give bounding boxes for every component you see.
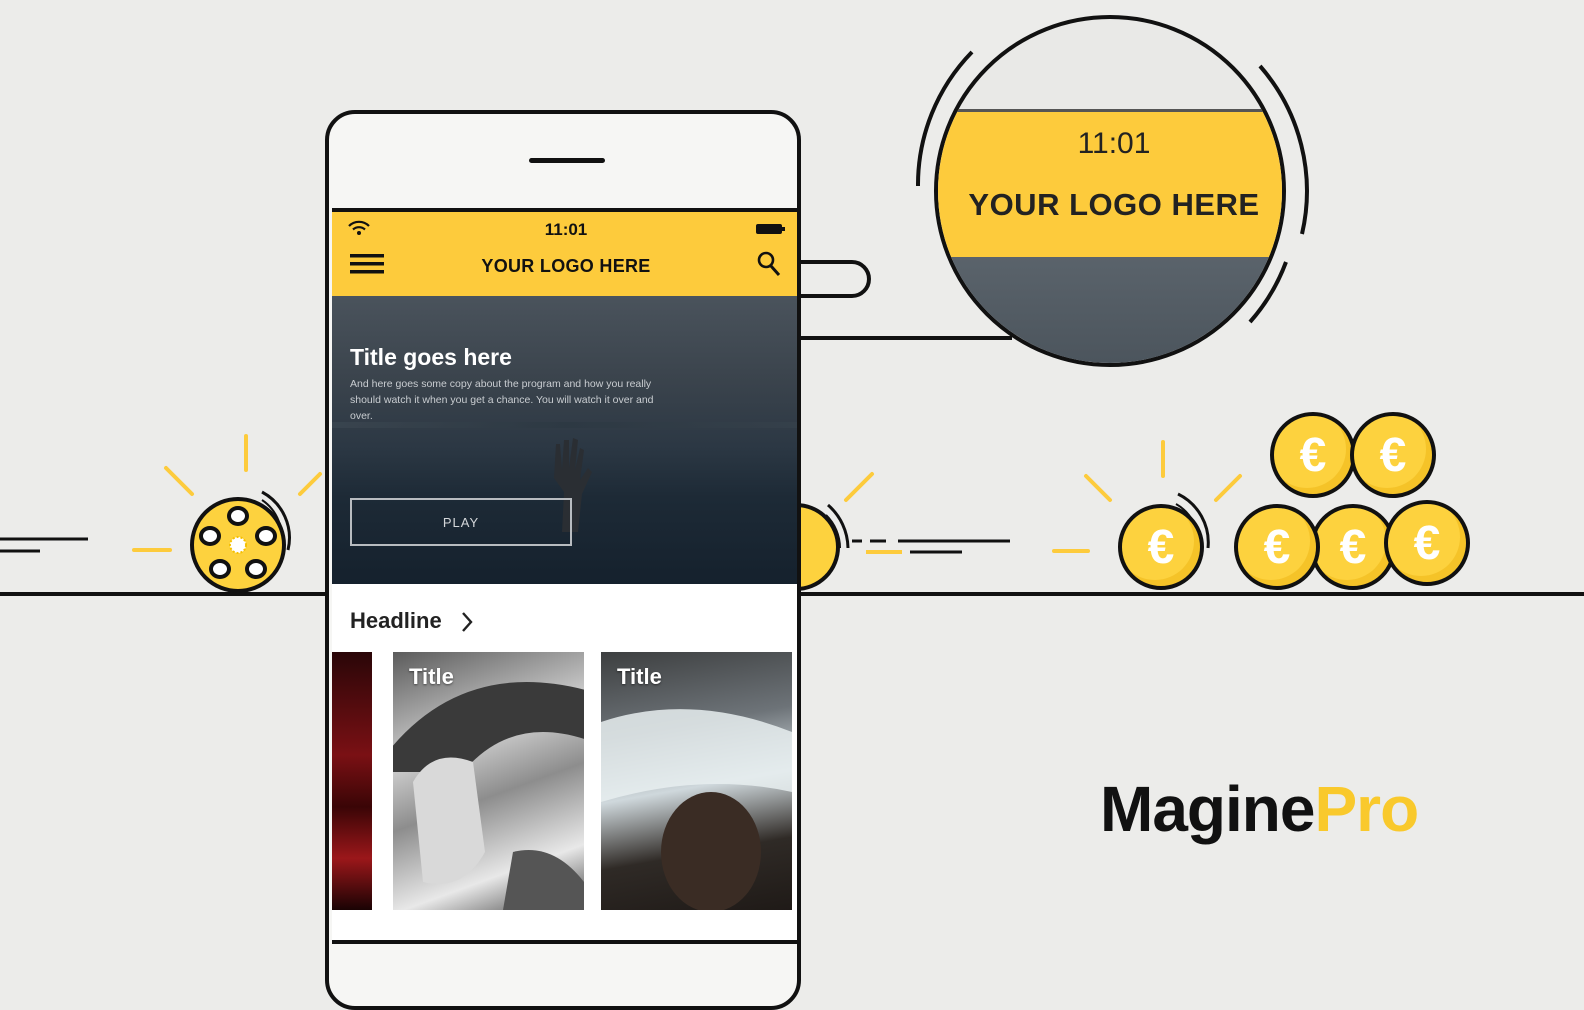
card-image-painted-face [601,709,792,910]
play-button[interactable]: PLAY [350,498,572,546]
euro-coin-icon: € [1384,500,1470,586]
phone-mockup: 11:01 YOUR LOGO HERE Title goes here And… [325,110,801,1010]
brand-logo: MaginePro [1100,772,1419,846]
magnifier-hero [938,257,1282,363]
content-card[interactable]: Title [601,652,792,910]
magnifier-time: 11:01 [1077,127,1151,160]
hero-title: Title goes here [350,344,512,370]
brand-logo-part1: Magine [1100,773,1315,845]
euro-coin-icon: € [1234,504,1320,590]
search-icon[interactable] [756,250,782,278]
magnifier-zoom: 11:01 YOUR LOGO HERE [934,15,1286,367]
card-title: Title [617,664,662,689]
euro-coin-icon: € [1310,504,1396,590]
status-time: 11:01 [544,220,588,239]
euro-coin-icon: € [1118,504,1204,590]
content-card[interactable]: Title [393,652,584,910]
card-title: Title [409,664,454,689]
battery-icon [756,224,785,234]
chevron-right-icon[interactable] [460,610,474,634]
section-headline[interactable]: Headline [350,608,442,634]
magnifier-logo: YOUR LOGO HERE [968,187,1260,222]
app-header: 11:01 YOUR LOGO HERE [332,212,797,296]
content-card-partial[interactable] [332,652,372,910]
card-image-woman-hat [393,682,584,910]
hero-description: And here goes some copy about the progra… [350,378,654,422]
film-reel-icon [190,490,291,593]
euro-coin-icon: € [1350,412,1436,498]
brand-logo-part2: Pro [1314,773,1419,845]
euro-coin-icon: € [1270,412,1356,498]
app-screen: 11:01 YOUR LOGO HERE Title goes here And… [332,208,797,944]
phone-speaker [529,158,605,163]
hero-banner: Title goes here And here goes some copy … [332,296,797,584]
app-logo[interactable]: YOUR LOGO HERE [332,256,797,277]
